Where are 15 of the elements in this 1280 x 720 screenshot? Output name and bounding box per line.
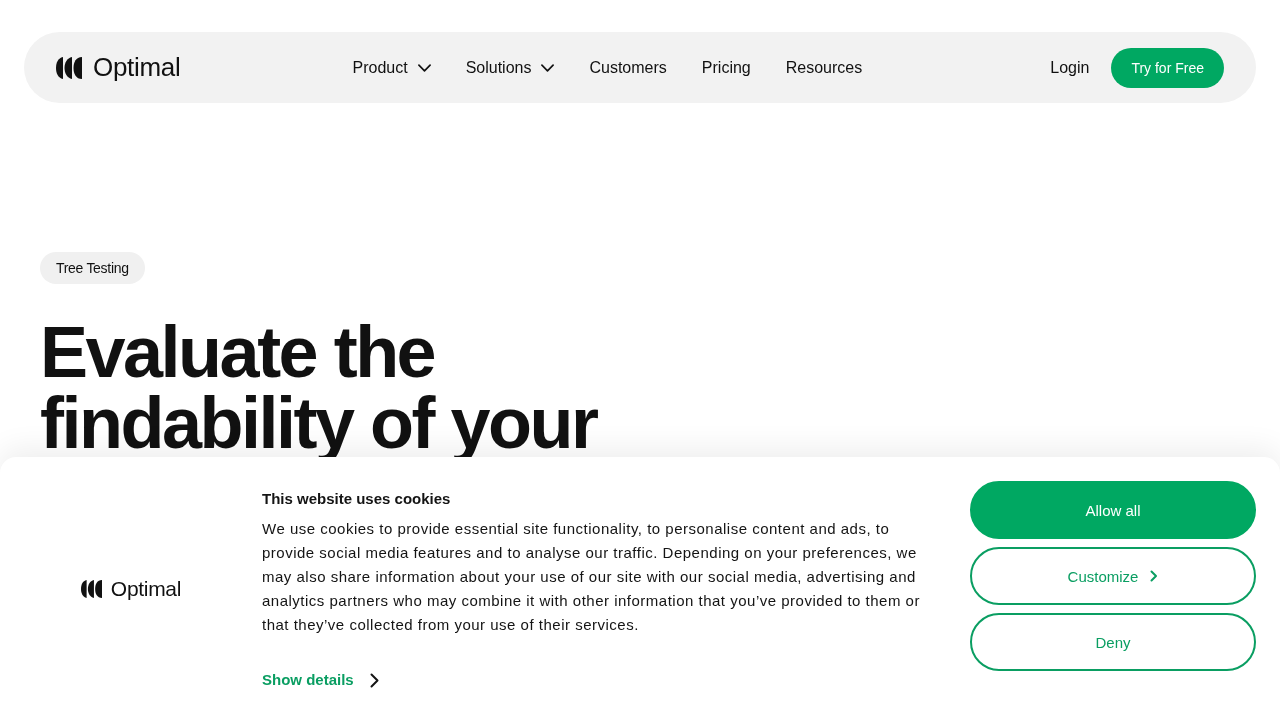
nav-link[interactable]: Pricing [701, 58, 751, 77]
nav-link[interactable]: Resources [785, 58, 863, 77]
cookie-description: We use cookies to provide essential site functionality, to personalise content and ads, to provide social media features and to analyse our traffic. Depending on your preferences, we may also share information about your use of our site with our social media, advertising and analytics partners who may combine it with other information that you’ve provided to them or that they’ve collected from your use of their services. [262, 519, 921, 635]
category-tag: Tree Testing [40, 252, 145, 284]
logo-icon[interactable] [56, 56, 82, 79]
logo-wordmark[interactable]: Optimal [93, 52, 181, 83]
logo-icon [80, 579, 102, 598]
hero-heading: Evaluate the findability of your [40, 317, 597, 459]
nav-link[interactable]: Product [352, 58, 431, 77]
login-link[interactable]: Login [1050, 58, 1090, 77]
nav-link[interactable]: Solutions [465, 58, 555, 77]
cookie-title: This website uses cookies [262, 489, 451, 509]
chevron-right-icon [369, 672, 379, 688]
logo-wordmark: Optimal [110, 576, 182, 601]
nav-link[interactable]: Customers [589, 58, 667, 77]
